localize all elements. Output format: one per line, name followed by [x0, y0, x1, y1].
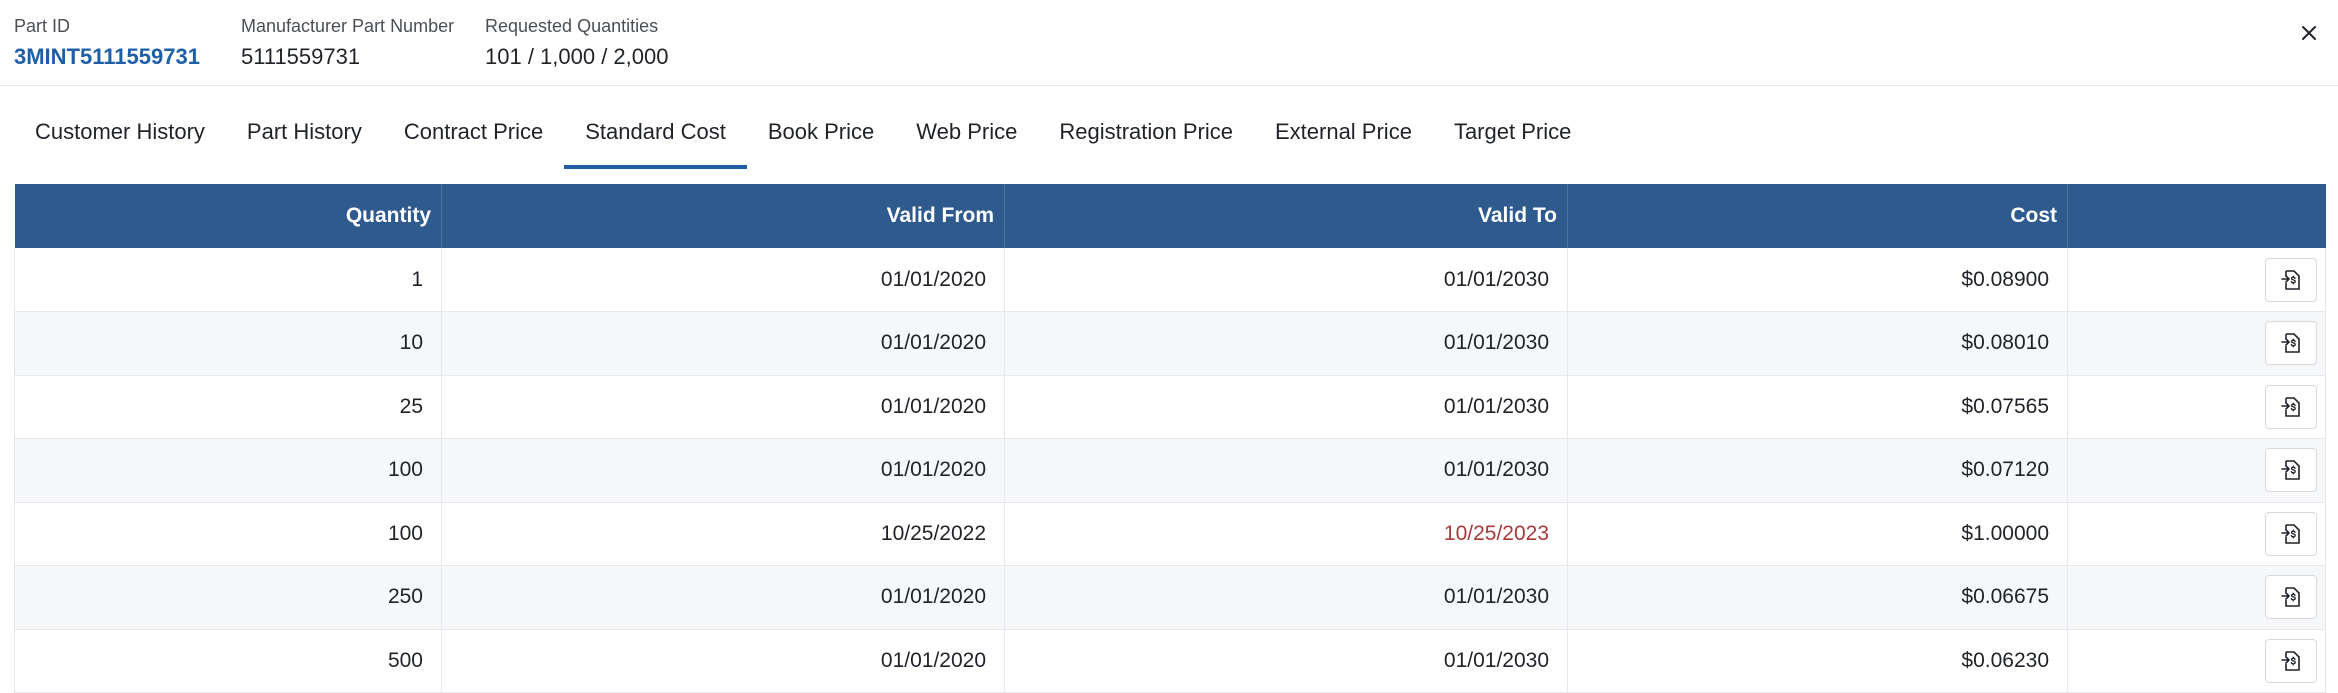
valid-from-cell: 01/01/2020 — [441, 311, 1005, 376]
manufacturer-part-number-value: 5111559731 — [241, 44, 361, 69]
part-id-field: Part ID 3MINT5111559731 — [14, 16, 200, 70]
cost-cell: $0.07565 — [1567, 375, 2068, 439]
tab-registration-price[interactable]: Registration Price — [1038, 86, 1254, 169]
column-header-valid-to[interactable]: Valid To — [1004, 184, 1568, 248]
column-header-actions — [2067, 184, 2326, 248]
cost-cell: $0.07120 — [1567, 438, 2068, 503]
quantity-cell: 10 — [14, 311, 442, 376]
column-header-valid-from[interactable]: Valid From — [441, 184, 1005, 248]
part-header: Part ID 3MINT5111559731 Manufacturer Par… — [0, 0, 2338, 86]
tab-part-history[interactable]: Part History — [226, 86, 383, 169]
action-cell — [2067, 629, 2326, 693]
valid-from-cell: 01/01/2020 — [441, 565, 1005, 630]
apply-price-icon — [2281, 269, 2300, 290]
quantity-cell: 250 — [14, 565, 442, 630]
tab-standard-cost[interactable]: Standard Cost — [564, 86, 747, 169]
apply-price-icon — [2281, 650, 2300, 671]
close-button[interactable] — [2294, 18, 2324, 48]
valid-to-cell: 01/01/2030 — [1004, 438, 1568, 503]
quantity-cell: 25 — [14, 375, 442, 439]
cost-cell: $0.06675 — [1567, 565, 2068, 630]
cost-cell: $0.08900 — [1567, 248, 2068, 312]
valid-from-cell: 10/25/2022 — [441, 502, 1005, 566]
manufacturer-part-number-label: Manufacturer Part Number — [241, 16, 455, 36]
apply-price-button[interactable] — [2265, 638, 2317, 683]
table-row[interactable]: 100 01/01/2020 01/01/2030 $0.07120 — [14, 438, 2326, 503]
apply-price-icon — [2281, 523, 2300, 544]
close-icon — [2302, 26, 2316, 40]
apply-price-button[interactable] — [2265, 384, 2317, 429]
table-row[interactable]: 10 01/01/2020 01/01/2030 $0.08010 — [14, 311, 2326, 376]
quantity-cell: 500 — [14, 629, 442, 693]
tab-external-price[interactable]: External Price — [1254, 86, 1433, 169]
apply-price-button[interactable] — [2265, 321, 2317, 366]
table-row[interactable]: 100 10/25/2022 10/25/2023 $1.00000 — [14, 502, 2326, 566]
valid-from-cell: 01/01/2020 — [441, 375, 1005, 439]
tab-customer-history[interactable]: Customer History — [14, 86, 226, 169]
tab-web-price[interactable]: Web Price — [895, 86, 1038, 169]
requested-quantities-value: 101 / 1,000 / 2,000 — [485, 44, 669, 69]
valid-from-cell: 01/01/2020 — [441, 438, 1005, 503]
standard-cost-table-container: Quantity Valid From Valid To Cost 1 01/01… — [14, 184, 2326, 693]
table-row[interactable]: 25 01/01/2020 01/01/2030 $0.07565 — [14, 375, 2326, 439]
tab-book-price[interactable]: Book Price — [747, 86, 895, 169]
column-header-quantity[interactable]: Quantity — [14, 184, 442, 248]
part-id-link[interactable]: 3MINT5111559731 — [14, 44, 200, 70]
apply-price-icon — [2281, 460, 2300, 481]
table-row[interactable]: 250 01/01/2020 01/01/2030 $0.06675 — [14, 565, 2326, 630]
apply-price-button[interactable] — [2265, 257, 2317, 302]
apply-price-icon — [2281, 587, 2300, 608]
action-cell — [2067, 502, 2326, 566]
table-body: 1 01/01/2020 01/01/2030 $0.08900 10 01/01/202… — [14, 248, 2326, 693]
valid-to-cell: 01/01/2030 — [1004, 375, 1568, 439]
quantity-cell: 100 — [14, 438, 442, 503]
table-header-row: Quantity Valid From Valid To Cost — [14, 184, 2326, 248]
requested-quantities-label: Requested Quantities — [485, 16, 659, 36]
valid-to-cell: 01/01/2030 — [1004, 629, 1568, 693]
valid-from-cell: 01/01/2020 — [441, 248, 1005, 312]
action-cell — [2067, 375, 2326, 439]
action-cell — [2067, 311, 2326, 376]
valid-to-cell: 10/25/2023 — [1004, 502, 1568, 566]
action-cell — [2067, 565, 2326, 630]
apply-price-icon — [2281, 396, 2300, 417]
part-id-label: Part ID — [14, 16, 71, 36]
table-row[interactable]: 500 01/01/2020 01/01/2030 $0.06230 — [14, 629, 2326, 693]
cost-cell: $0.06230 — [1567, 629, 2068, 693]
tab-target-price[interactable]: Target Price — [1433, 86, 1592, 169]
manufacturer-part-number-field: Manufacturer Part Number 5111559731 — [241, 16, 454, 70]
apply-price-button[interactable] — [2265, 448, 2317, 493]
valid-to-cell: 01/01/2030 — [1004, 311, 1568, 376]
action-cell — [2067, 438, 2326, 503]
valid-to-cell: 01/01/2030 — [1004, 565, 1568, 630]
quantity-cell: 1 — [14, 248, 442, 312]
table-row[interactable]: 1 01/01/2020 01/01/2030 $0.08900 — [14, 248, 2326, 312]
tab-contract-price[interactable]: Contract Price — [383, 86, 564, 169]
valid-from-cell: 01/01/2020 — [441, 629, 1005, 693]
price-tabs: Customer History Part History Contract Pri… — [0, 86, 2338, 169]
apply-price-button[interactable] — [2265, 511, 2317, 556]
quantity-cell: 100 — [14, 502, 442, 566]
apply-price-button[interactable] — [2265, 575, 2317, 620]
column-header-cost[interactable]: Cost — [1567, 184, 2068, 248]
valid-to-cell: 01/01/2030 — [1004, 248, 1568, 312]
cost-cell: $1.00000 — [1567, 502, 2068, 566]
cost-cell: $0.08010 — [1567, 311, 2068, 376]
requested-quantities-field: Requested Quantities 101 / 1,000 / 2,000 — [485, 16, 669, 70]
standard-cost-table: Quantity Valid From Valid To Cost 1 01/01… — [14, 184, 2326, 693]
action-cell — [2067, 248, 2326, 312]
apply-price-icon — [2281, 333, 2300, 354]
